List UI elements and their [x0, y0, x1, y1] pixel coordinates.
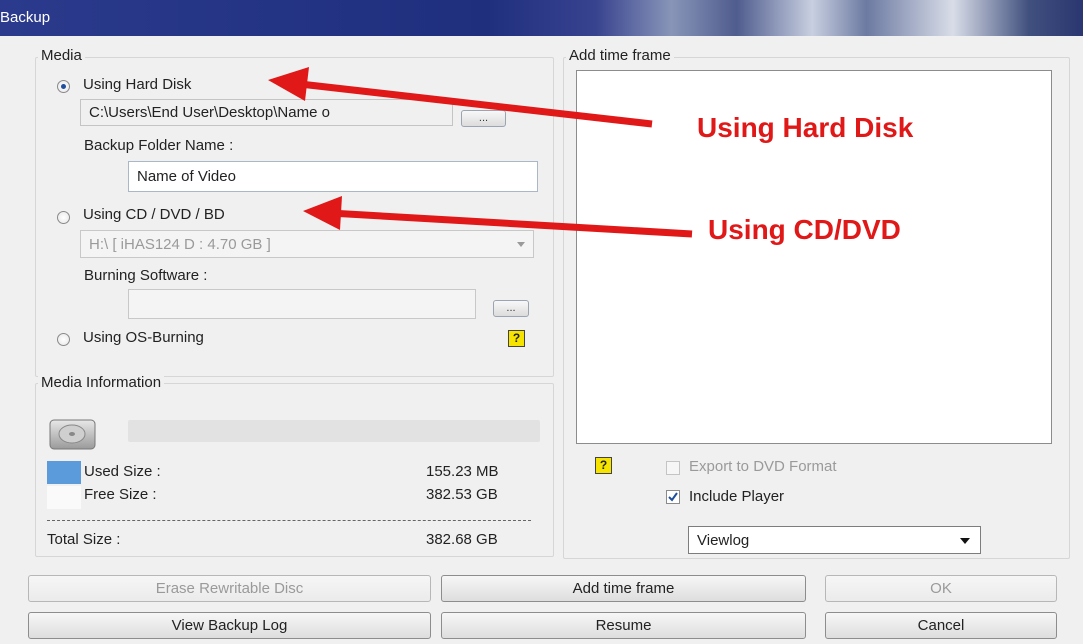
cd-dvd-arrow: [303, 196, 693, 238]
annotation-cd-dvd: Using CD/DVD: [708, 214, 901, 245]
annotation-arrows: [268, 67, 693, 238]
hard-disk-arrow: [268, 67, 653, 128]
annotation-hard-disk: Using Hard Disk: [697, 112, 914, 143]
